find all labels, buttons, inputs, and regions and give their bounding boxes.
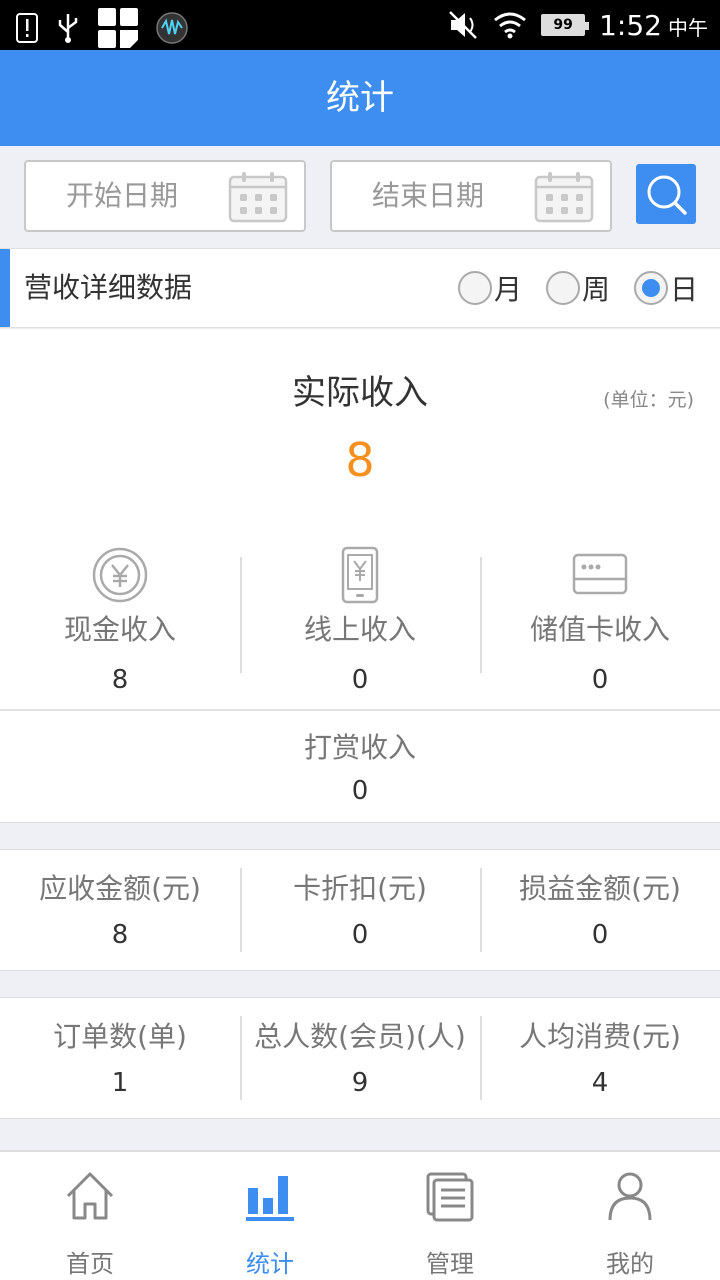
page-title: 统计 [0, 50, 720, 146]
stat-value: 1 [111, 1068, 129, 1098]
stat-label: 应收金额(元) [39, 872, 201, 905]
wifi-icon [494, 12, 527, 39]
total-people: 总人数(会员)(人) 9 [240, 998, 480, 1118]
period-month-radio[interactable]: 月 [457, 268, 522, 308]
actual-income-value: 8 [345, 433, 375, 487]
search-icon [647, 175, 687, 215]
clock-time: 1:52 [599, 8, 662, 42]
mute-icon [449, 11, 477, 39]
date-filter-bar: 开始日期 结束日期 [0, 146, 720, 246]
radio-circle [457, 271, 492, 305]
avg-spend: 人均消费(元) 4 [480, 998, 720, 1118]
end-date-field[interactable]: 结束日期 [330, 160, 612, 232]
amount-summary-card: 应收金额(元) 8 卡折扣(元) 0 损益金额(元) 0 [0, 849, 720, 971]
unit-note: (单位：元) [603, 389, 694, 411]
battery-indicator: 99 [541, 14, 590, 36]
order-count: 订单数(单) 1 [0, 998, 240, 1118]
yuan-coin-icon [92, 547, 148, 603]
stat-label: 总人数(会员)(人) [254, 1020, 466, 1053]
stat-label: 订单数(单) [53, 1020, 187, 1053]
stat-value: 8 [111, 920, 129, 950]
income-channels: 现金收入 8 线上收入 0 储值卡收入 0 [0, 545, 720, 695]
stat-label: 人均消费(元) [519, 1020, 681, 1053]
channel-value: 8 [111, 665, 129, 695]
period-label: 月 [493, 273, 522, 306]
tab-label: 管理 [426, 1250, 474, 1278]
home-icon [66, 1172, 114, 1220]
channel-value: 0 [591, 665, 609, 695]
tab-label: 我的 [606, 1250, 654, 1278]
bottom-tab-bar: 首页 统计 管理 我的 [0, 1150, 720, 1280]
cash-income: 现金收入 8 [0, 545, 240, 695]
amount-summary-row: 应收金额(元) 8 卡折扣(元) 0 损益金额(元) 0 [0, 850, 720, 970]
clock-ampm: 中午 [668, 15, 708, 40]
tab-label: 统计 [246, 1250, 294, 1278]
tab-profile[interactable]: 我的 [540, 1152, 720, 1280]
tip-income: 打赏收入 0 [0, 725, 720, 811]
stat-value: 0 [351, 920, 369, 950]
receivable-amount: 应收金额(元) 8 [0, 850, 240, 970]
actual-income-card: 实际收入 (单位：元) 8 现金收入 8 线上收入 0 储值卡收入 0 打赏收入… [0, 329, 720, 823]
status-bar: 99 1:52 中午 [0, 0, 720, 50]
app-grid-icon [98, 8, 138, 48]
calendar-icon [228, 172, 288, 223]
section-title: 营收详细数据 [24, 271, 193, 304]
start-date-placeholder: 开始日期 [66, 179, 179, 212]
channel-label: 线上收入 [303, 613, 416, 646]
channel-label: 储值卡收入 [529, 613, 670, 646]
stored-value-card-income: 储值卡收入 0 [480, 545, 720, 695]
order-summary-card: 订单数(单) 1 总人数(会员)(人) 9 人均消费(元) 4 [0, 997, 720, 1119]
period-day-radio[interactable]: 日 [633, 268, 698, 308]
end-date-placeholder: 结束日期 [372, 179, 485, 212]
search-button[interactable] [636, 164, 696, 224]
radio-circle-selected [633, 271, 668, 305]
stat-value: 9 [351, 1068, 369, 1098]
tip-income-value: 0 [351, 776, 369, 806]
order-summary-row: 订单数(单) 1 总人数(会员)(人) 9 人均消费(元) 4 [0, 998, 720, 1118]
radio-circle [545, 271, 580, 305]
card-discount: 卡折扣(元) 0 [240, 850, 480, 970]
period-label: 周 [581, 273, 610, 306]
tip-income-label: 打赏收入 [303, 731, 416, 764]
calendar-icon [534, 172, 594, 223]
stored-value-card-icon [572, 553, 628, 595]
bar-chart-icon [246, 1176, 294, 1221]
media-app-icon [156, 12, 188, 44]
stat-value: 4 [591, 1068, 609, 1098]
usb-icon [58, 14, 78, 43]
channel-label: 现金收入 [63, 613, 176, 646]
channel-value: 0 [351, 665, 369, 695]
management-icon [426, 1172, 474, 1222]
tab-management[interactable]: 管理 [360, 1152, 540, 1280]
phone-payment-icon [341, 546, 379, 604]
online-income: 线上收入 0 [240, 545, 480, 695]
tab-statistics[interactable]: 统计 [180, 1152, 360, 1280]
period-label: 日 [669, 273, 698, 306]
revenue-detail-header: 营收详细数据 月 周 日 [0, 248, 720, 328]
clock: 1:52 中午 [599, 9, 708, 42]
user-icon [608, 1172, 652, 1221]
period-selector: 月 周 日 [457, 249, 698, 327]
stat-label: 损益金额(元) [519, 872, 681, 905]
profit-loss-amount: 损益金额(元) 0 [480, 850, 720, 970]
stat-value: 0 [591, 920, 609, 950]
tab-home[interactable]: 首页 [0, 1152, 180, 1280]
divider [0, 709, 720, 711]
start-date-field[interactable]: 开始日期 [24, 160, 306, 232]
notification-alert-icon [16, 13, 38, 43]
stat-label: 卡折扣(元) [293, 872, 427, 905]
section-accent-bar [0, 249, 10, 327]
tab-label: 首页 [66, 1250, 114, 1278]
period-week-radio[interactable]: 周 [545, 268, 610, 308]
